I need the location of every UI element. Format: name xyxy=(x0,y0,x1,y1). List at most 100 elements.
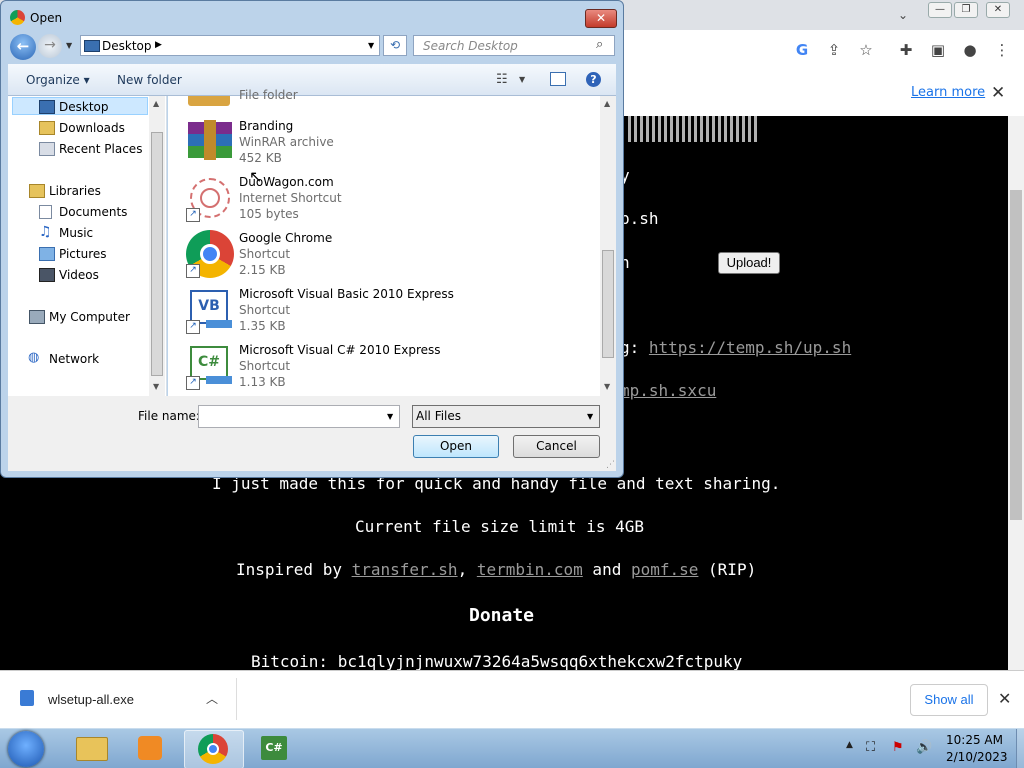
clock-date[interactable]: 2/10/2023 xyxy=(946,750,1008,764)
file-name[interactable]: Microsoft Visual Basic 2010 Express xyxy=(239,287,454,301)
chrome-taskbar-button[interactable] xyxy=(184,730,244,768)
nav-item-libraries[interactable]: Libraries xyxy=(49,184,101,198)
file-name[interactable]: Microsoft Visual C# 2010 Express xyxy=(239,343,441,357)
desktop-icon xyxy=(39,100,55,114)
file-name[interactable]: Google Chrome xyxy=(239,231,332,245)
start-button[interactable] xyxy=(8,731,44,767)
download-bar-close-icon[interactable]: ✕ xyxy=(998,689,1011,708)
file-type-filter-value: All Files xyxy=(416,409,462,423)
download-item-name[interactable]: wlsetup-all.exe xyxy=(48,692,134,707)
divider xyxy=(236,678,237,720)
inspired-prefix: Inspired by xyxy=(236,560,352,579)
desktop-icon xyxy=(84,40,100,52)
upload-button[interactable]: Upload! xyxy=(718,252,780,274)
page-scrollbar-thumb[interactable] xyxy=(1010,190,1022,520)
address-breadcrumb[interactable]: Desktop xyxy=(102,39,152,53)
downloads-folder-icon xyxy=(39,121,55,135)
show-desktop-button[interactable] xyxy=(1016,729,1024,768)
shortcut-arrow-icon: ↗ xyxy=(186,264,200,278)
filter-dropdown-icon[interactable]: ▼ xyxy=(587,412,593,421)
new-folder-button[interactable]: New folder xyxy=(117,73,182,87)
scroll-up-icon[interactable]: ▲ xyxy=(153,99,159,108)
change-view-icon[interactable]: ☷ xyxy=(496,72,508,87)
window-close-button[interactable]: ✕ xyxy=(986,2,1010,18)
file-name-dropdown-icon[interactable]: ▼ xyxy=(387,412,393,421)
scroll-up-icon[interactable]: ▲ xyxy=(604,99,610,108)
action-center-icon[interactable]: ⚑ xyxy=(892,740,904,755)
visual-csharp-taskbar-button[interactable]: C# xyxy=(246,730,304,767)
recent-locations-dropdown-icon[interactable]: ▼ xyxy=(66,41,72,50)
folder-icon xyxy=(76,737,108,761)
refresh-icon[interactable]: ⟲ xyxy=(383,35,407,56)
file-type: WinRAR archive xyxy=(239,135,334,149)
volume-icon[interactable]: 🔊 xyxy=(916,740,932,755)
termbin-link[interactable]: termbin.com xyxy=(477,560,583,579)
videos-icon xyxy=(39,268,55,282)
clock-time[interactable]: 10:25 AM xyxy=(946,733,1003,747)
side-panel-icon[interactable]: ▣ xyxy=(928,40,948,60)
ascii-logo xyxy=(628,116,758,142)
limit-text: Current file size limit is 4GB xyxy=(355,517,644,536)
chrome-icon xyxy=(10,10,25,25)
file-name[interactable]: Branding xyxy=(239,119,293,133)
open-button[interactable]: Open xyxy=(413,435,499,458)
nav-item-network[interactable]: Network xyxy=(49,352,99,366)
nav-item-music[interactable]: Music xyxy=(59,226,93,240)
window-minimize-button[interactable]: — xyxy=(928,2,952,18)
tab-search-icon[interactable]: ⌄ xyxy=(898,8,908,22)
inspired-suffix: (RIP) xyxy=(698,560,757,579)
visual-csharp-icon: C# xyxy=(261,736,287,760)
media-player-taskbar-button[interactable] xyxy=(122,730,180,767)
scroll-down-icon[interactable]: ▼ xyxy=(153,382,159,391)
help-icon[interactable]: ? xyxy=(586,72,601,87)
transfer-sh-link[interactable]: transfer.sh xyxy=(352,560,458,579)
winrar-archive-icon xyxy=(186,118,234,166)
file-type: Shortcut xyxy=(239,359,291,373)
window-maximize-button[interactable]: ❐ xyxy=(954,2,978,18)
file-list-scrollbar-thumb[interactable] xyxy=(602,250,614,358)
nav-item-desktop[interactable]: Desktop xyxy=(59,100,109,114)
nav-item-pictures[interactable]: Pictures xyxy=(59,247,107,261)
dialog-close-button[interactable]: ✕ xyxy=(585,9,617,28)
breadcrumb-chevron-icon[interactable]: ▶ xyxy=(155,40,162,50)
preview-pane-icon[interactable] xyxy=(550,72,566,86)
upload-script-link[interactable]: https://temp.sh/up.sh xyxy=(649,338,851,357)
page-text-line: g: xyxy=(620,338,649,357)
network-tray-icon[interactable]: ⛶ xyxy=(866,740,875,755)
bookmark-star-icon[interactable]: ☆ xyxy=(856,40,876,60)
show-all-button[interactable]: Show all xyxy=(910,684,988,716)
nav-scrollbar-thumb[interactable] xyxy=(151,132,163,376)
nav-item-videos[interactable]: Videos xyxy=(59,268,99,282)
mouse-cursor-icon: ↖ xyxy=(249,167,263,186)
nav-item-my-computer[interactable]: My Computer xyxy=(49,310,130,324)
file-name-input[interactable] xyxy=(198,405,400,428)
extensions-icon[interactable]: ✚ xyxy=(896,40,916,60)
exe-file-icon xyxy=(20,690,34,706)
address-dropdown-icon[interactable]: ▼ xyxy=(368,41,374,50)
organize-button[interactable]: Organize ▾ xyxy=(26,73,90,87)
learn-more-link[interactable]: Learn more xyxy=(911,85,985,100)
sharex-config-link[interactable]: mp.sh.sxcu xyxy=(620,381,716,400)
scroll-down-icon[interactable]: ▼ xyxy=(604,382,610,391)
menu-kebab-icon[interactable]: ⋮ xyxy=(992,40,1012,60)
nav-item-recent-places[interactable]: Recent Places xyxy=(59,142,142,156)
pomf-link[interactable]: pomf.se xyxy=(631,560,698,579)
nav-item-documents[interactable]: Documents xyxy=(59,205,127,219)
search-icon[interactable]: ⌕ xyxy=(596,37,603,52)
resize-grip-icon[interactable]: ⋰ xyxy=(606,460,615,470)
back-arrow-icon[interactable]: ← xyxy=(10,34,36,60)
forward-arrow-icon[interactable]: → xyxy=(38,34,62,58)
chevron-up-icon[interactable]: ︿ xyxy=(206,690,218,707)
infobar-close-icon[interactable]: ✕ xyxy=(991,83,1005,103)
nav-item-downloads[interactable]: Downloads xyxy=(59,121,125,135)
cancel-button[interactable]: Cancel xyxy=(513,435,600,458)
tray-overflow-icon[interactable]: ▲ xyxy=(846,740,853,750)
google-lens-icon[interactable]: G xyxy=(792,40,812,60)
dialog-title: Open xyxy=(30,11,63,25)
file-size: 1.13 KB xyxy=(239,375,286,389)
share-icon[interactable]: ⇪ xyxy=(824,40,844,60)
explorer-taskbar-button[interactable] xyxy=(62,730,120,767)
chrome-icon xyxy=(198,734,228,764)
profile-avatar-icon[interactable]: ● xyxy=(960,40,980,60)
view-dropdown-icon[interactable]: ▼ xyxy=(519,75,525,84)
